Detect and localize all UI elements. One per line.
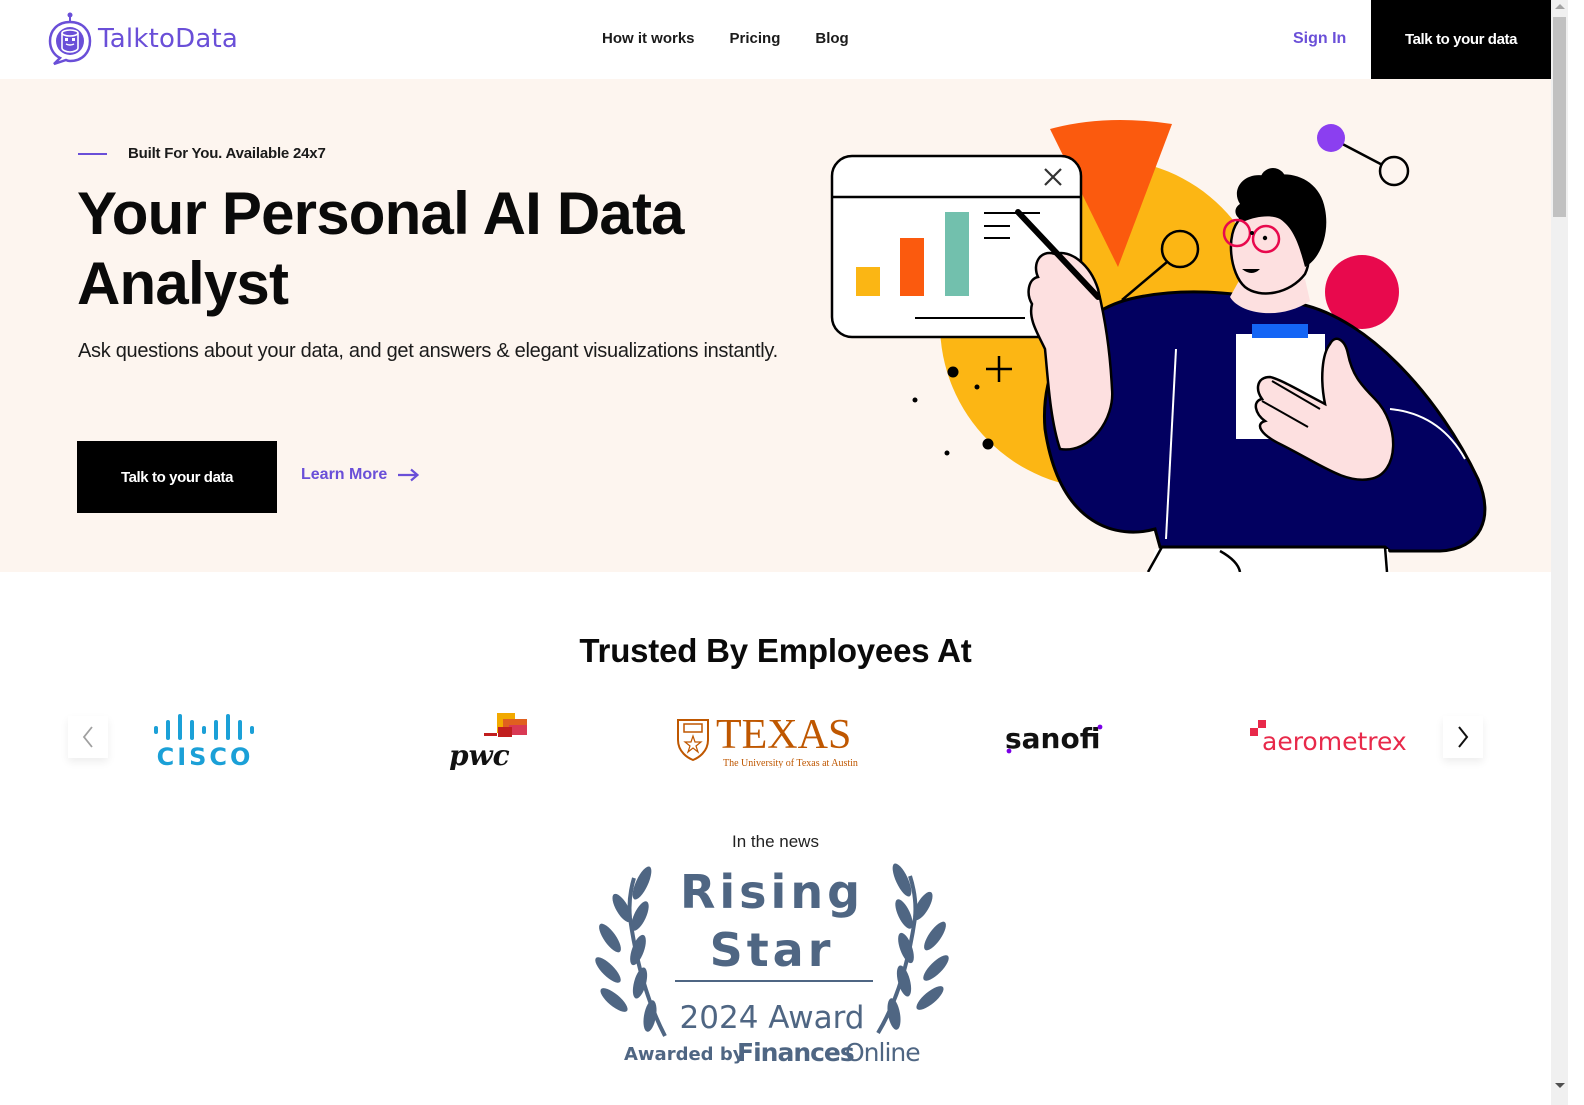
award-line1: Rising — [680, 865, 864, 919]
cisco-logo-icon: CISCO — [154, 713, 254, 768]
scroll-down-arrow-icon[interactable] — [1555, 1083, 1565, 1088]
chart-bar-2 — [900, 238, 924, 296]
hero-talk-to-data-button[interactable]: Talk to your data — [77, 441, 277, 513]
hero-tagline: Built For You. Available 24x7 — [78, 145, 326, 162]
sanofi-logo-icon: sanofi — [1005, 722, 1103, 755]
site-header: TalktoData How it works Pricing Blog Sig… — [0, 0, 1551, 79]
award-org-light: Online — [845, 1038, 920, 1067]
nav-blog[interactable]: Blog — [815, 30, 848, 47]
chevron-right-icon — [1458, 726, 1469, 748]
logo-aerometrex: aerometrex — [1248, 700, 1423, 775]
nav-how-it-works[interactable]: How it works — [602, 30, 695, 47]
svg-text:sanofi: sanofi — [1005, 722, 1100, 755]
award-org-bold: Finances — [737, 1038, 854, 1067]
hero-title: Your Personal AI Data Analyst — [77, 180, 685, 317]
logo-carousel: CISCO pwc TEXAS The University of Texas … — [68, 700, 1483, 775]
rising-star-award-badge: Rising Star 2024 Award Awarded by Financ… — [595, 863, 949, 1067]
brand-logo[interactable]: TalktoData — [48, 12, 238, 66]
pwc-logo-icon: pwc — [449, 713, 527, 770]
scroll-thumb[interactable] — [1553, 17, 1566, 217]
logo-texas: TEXAS The University of Texas at Austin — [676, 700, 866, 775]
header-talk-to-data-button[interactable]: Talk to your data — [1371, 0, 1551, 79]
laurel-left-icon — [595, 866, 667, 1037]
page: TalktoData How it works Pricing Blog Sig… — [0, 0, 1551, 1105]
scroll-up-arrow-icon[interactable] — [1555, 4, 1565, 9]
nav-pricing[interactable]: Pricing — [730, 30, 781, 47]
chevron-left-icon — [82, 726, 93, 748]
svg-text:aerometrex: aerometrex — [1262, 727, 1407, 756]
window-gutter — [1568, 0, 1584, 1105]
purple-dot-shape — [1317, 124, 1345, 152]
learn-more-label: Learn More — [301, 466, 388, 483]
svg-text:TEXAS: TEXAS — [716, 712, 851, 758]
main-nav: How it works Pricing Blog — [602, 30, 849, 47]
tagline-text: Built For You. Available 24x7 — [128, 145, 326, 162]
hero-section: Built For You. Available 24x7 Your Perso… — [0, 79, 1551, 572]
svg-text:The University of Texas at Aus: The University of Texas at Austin — [723, 758, 858, 768]
page-scrollbar[interactable] — [1551, 0, 1568, 1105]
open-circle-shape — [1378, 155, 1410, 187]
hero-illustration — [830, 120, 1487, 572]
sign-in-link[interactable]: Sign In — [1293, 30, 1346, 48]
hero-subtitle: Ask questions about your data, and get a… — [78, 340, 778, 362]
svg-text:CISCO: CISCO — [157, 743, 254, 768]
laurel-right-icon — [876, 863, 949, 1035]
learn-more-link[interactable]: Learn More — [301, 466, 420, 484]
tagline-accent-line — [78, 152, 107, 155]
news-label: In the news — [732, 832, 819, 851]
aerometrex-logo-icon: aerometrex — [1250, 719, 1407, 756]
award-awarded-by: Awarded by — [624, 1044, 745, 1065]
trusted-title: Trusted By Employees At — [579, 632, 972, 669]
logo-cisco: CISCO — [150, 700, 260, 775]
award-year: 2024 Award — [680, 1000, 865, 1036]
svg-text:pwc: pwc — [449, 739, 510, 770]
texas-logo-icon: TEXAS The University of Texas at Austin — [677, 712, 858, 768]
carousel-prev-button[interactable] — [68, 716, 108, 758]
award-line2: Star — [710, 923, 835, 977]
logo-pwc: pwc — [443, 700, 533, 775]
brand-name: TalktoData — [98, 24, 238, 54]
logo-sanofi: sanofi — [1003, 700, 1108, 775]
chart-bar-1 — [856, 267, 880, 296]
robot-logo-icon — [48, 12, 92, 66]
chart-bar-3 — [945, 212, 969, 296]
arrow-right-icon — [398, 468, 420, 482]
carousel-next-button[interactable] — [1443, 716, 1483, 758]
